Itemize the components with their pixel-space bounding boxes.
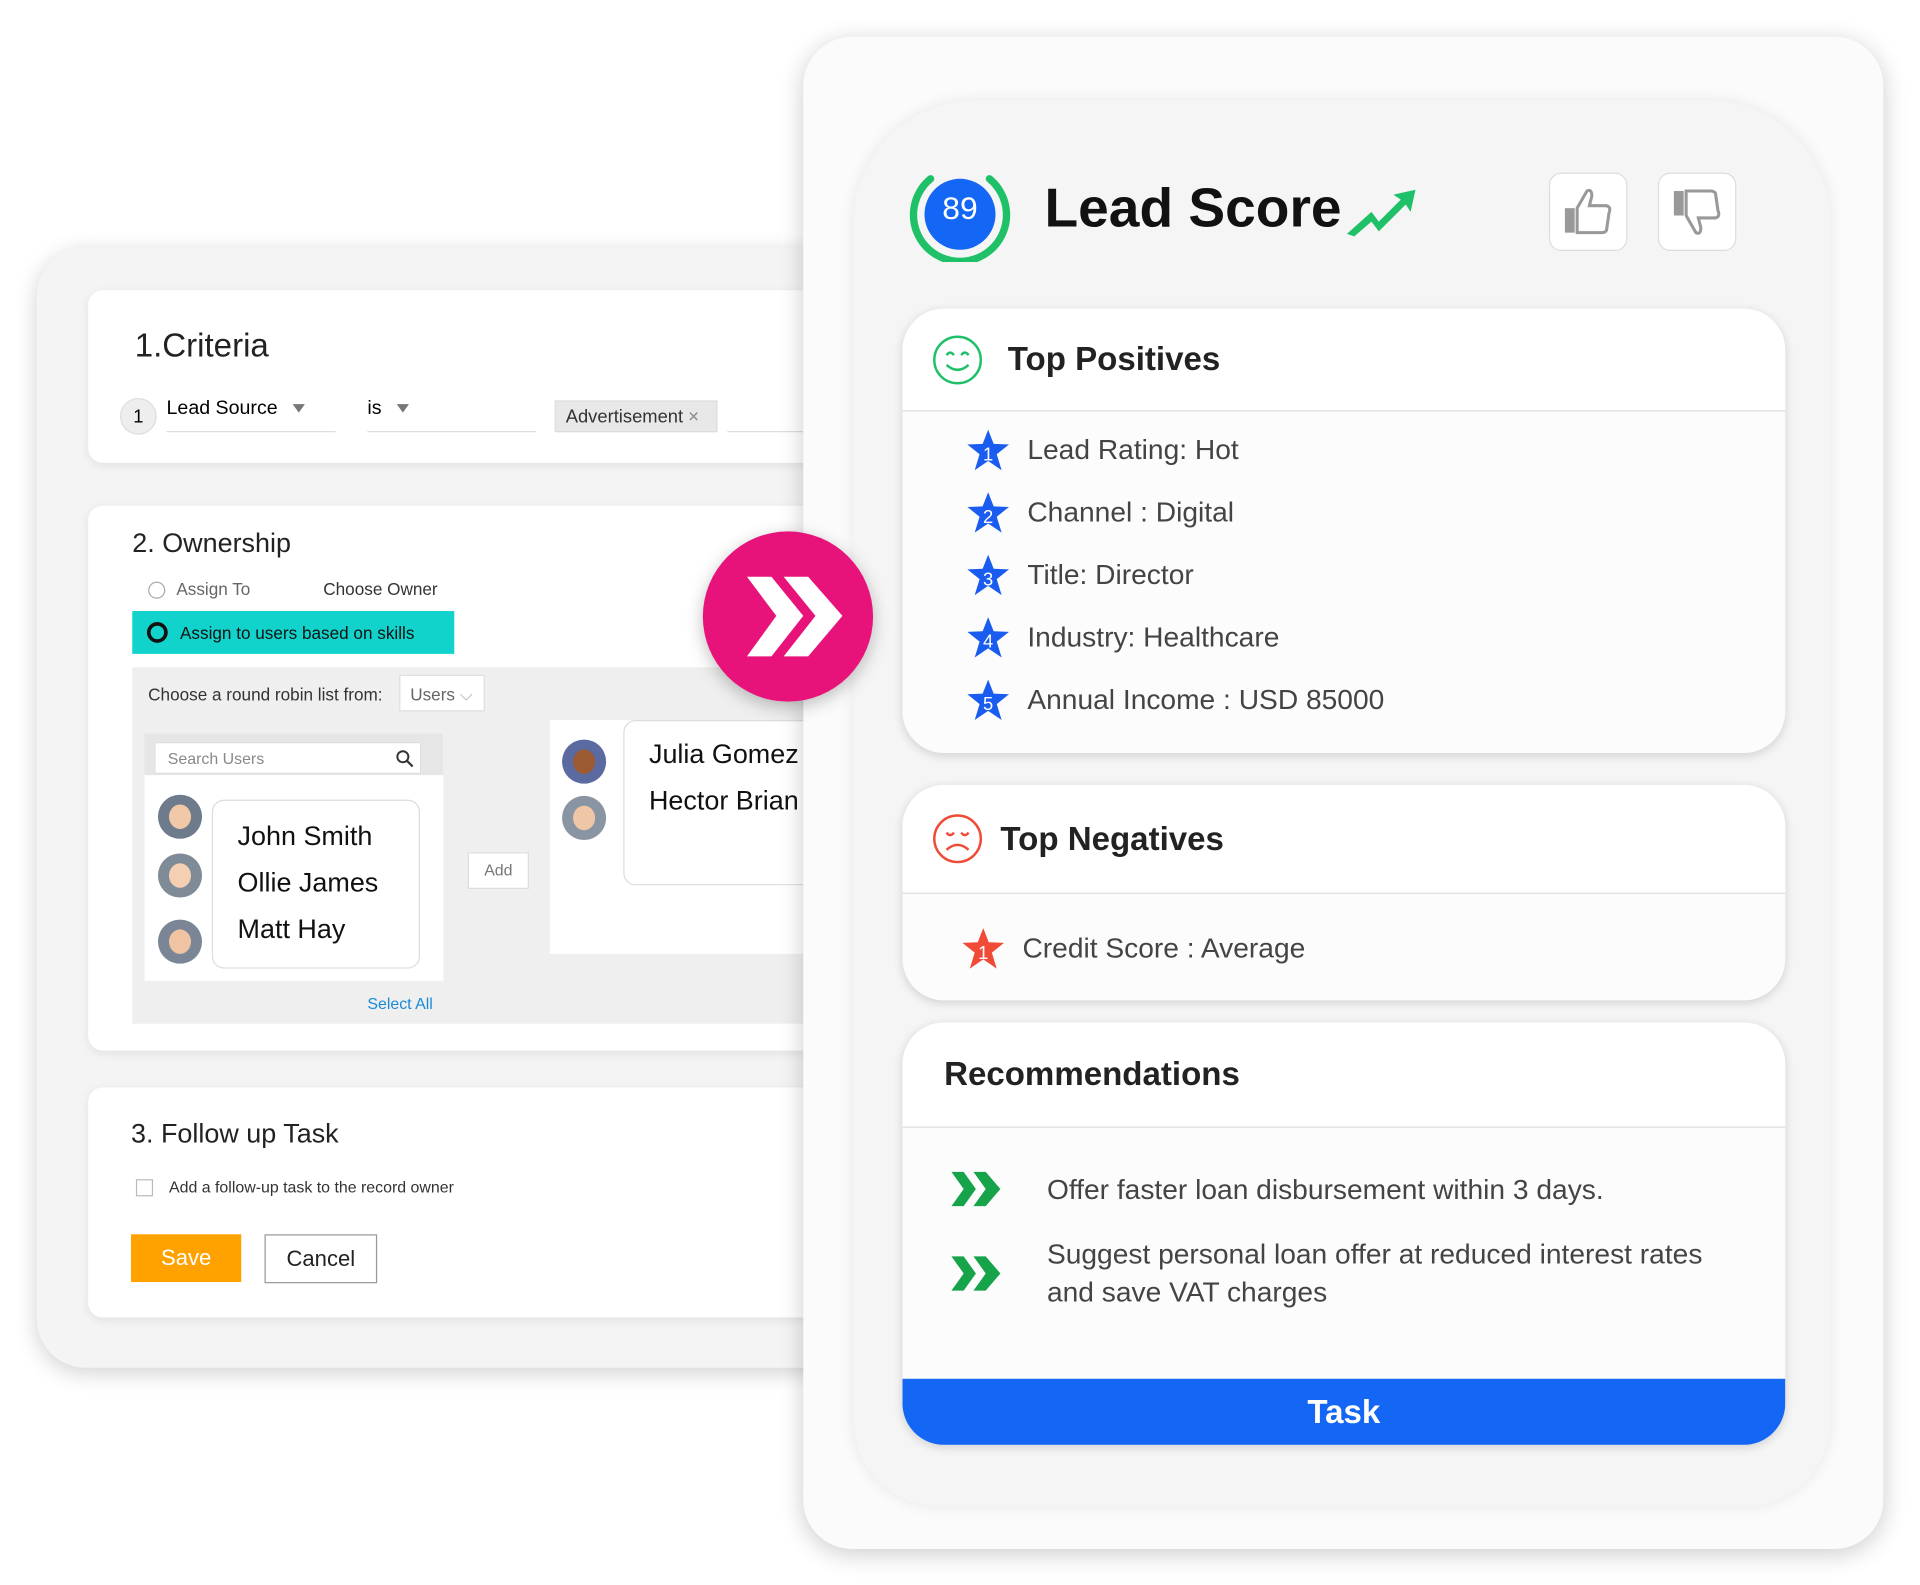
round-robin-panel: Choose a round robin list from: Users ⌵ … bbox=[132, 667, 844, 1024]
ownership-title: 2. Ownership bbox=[132, 527, 291, 559]
star-icon: 1 bbox=[967, 429, 1009, 470]
star-icon: 3 bbox=[967, 554, 1009, 595]
selected-users-list: Julia Gomez Hector Brian bbox=[549, 720, 844, 954]
chevron-down-icon: ⌵ bbox=[459, 684, 473, 705]
item-text: Title: Director bbox=[1027, 558, 1194, 591]
double-chevron-icon bbox=[951, 1256, 1001, 1291]
followup-title: 3. Follow up Task bbox=[131, 1117, 339, 1149]
star-icon: 5 bbox=[967, 678, 1009, 720]
trend-up-icon bbox=[1346, 189, 1416, 237]
transition-badge bbox=[702, 531, 874, 702]
row-number: 1 bbox=[120, 397, 157, 435]
score-value: 89 bbox=[942, 189, 978, 227]
followup-label: Add a follow-up task to the record owner bbox=[168, 1177, 454, 1197]
user-list: Search Users John Smith Ollie James Matt… bbox=[144, 733, 444, 981]
followup-checkbox[interactable] bbox=[135, 1179, 154, 1197]
value-tag[interactable]: Advertisement × bbox=[554, 400, 718, 433]
selected-user[interactable]: Hector Brian bbox=[649, 785, 818, 832]
followup-section: 3. Follow up Task Add a follow-up task t… bbox=[88, 1087, 823, 1318]
assign-skills-option[interactable]: Assign to users based on skills bbox=[132, 611, 455, 654]
tag-label: Advertisement bbox=[565, 406, 684, 428]
select-all-link[interactable]: Select All bbox=[367, 994, 432, 1012]
task-button[interactable]: Task bbox=[902, 1378, 1786, 1445]
star-icon: 4 bbox=[967, 616, 1009, 657]
recommendation-item: Suggest personal loan offer at reduced i… bbox=[949, 1236, 1712, 1312]
top-negatives-card: Top Negatives 1 Credit Score : Average bbox=[902, 784, 1786, 1001]
round-robin-select[interactable]: Users ⌵ bbox=[399, 674, 485, 712]
search-placeholder: Search Users bbox=[167, 749, 265, 768]
avatar bbox=[562, 795, 607, 841]
choose-owner-link[interactable]: Choose Owner bbox=[323, 579, 437, 599]
avatar bbox=[157, 794, 203, 839]
search-users-input[interactable]: Search Users bbox=[154, 742, 422, 774]
radio-selected-icon bbox=[146, 622, 168, 643]
double-chevron-icon bbox=[951, 1171, 1001, 1207]
list-item: 4 Industry: Healthcare bbox=[966, 606, 1785, 668]
avatar bbox=[157, 853, 203, 898]
star-icon: 1 bbox=[962, 927, 1005, 968]
item-text: Lead Rating: Hot bbox=[1027, 433, 1239, 466]
svg-text:3: 3 bbox=[983, 568, 993, 589]
operator-select[interactable]: is bbox=[367, 397, 537, 433]
svg-text:4: 4 bbox=[983, 630, 993, 651]
item-text: Annual Income : USD 85000 bbox=[1027, 683, 1385, 716]
criteria-section: 1.Criteria 1 Lead Source is Advertisemen… bbox=[88, 290, 826, 463]
star-icon: 2 bbox=[967, 491, 1009, 533]
item-text: Channel : Digital bbox=[1027, 495, 1234, 528]
recommendation-item: Offer faster loan disbursement within 3 … bbox=[949, 1169, 1712, 1208]
thumbs-down-icon bbox=[1673, 189, 1721, 235]
top-negatives-title: Top Negatives bbox=[1000, 819, 1224, 857]
dropdown-icon bbox=[292, 404, 305, 413]
top-positives-card: Top Positives 1 Lead Rating: Hot 2 Channel … bbox=[902, 308, 1786, 754]
top-positives-title: Top Positives bbox=[1007, 340, 1221, 378]
svg-text:2: 2 bbox=[983, 505, 993, 526]
svg-text:1: 1 bbox=[983, 443, 993, 464]
thumbs-up-icon bbox=[1564, 188, 1612, 235]
assign-to-label: Assign To bbox=[176, 579, 251, 599]
user-option[interactable]: Matt Hay bbox=[238, 913, 395, 960]
item-text: Credit Score : Average bbox=[1022, 931, 1306, 964]
svg-text:5: 5 bbox=[983, 693, 993, 714]
thumbs-down-button[interactable] bbox=[1657, 172, 1737, 252]
list-item: 1 Lead Rating: Hot bbox=[966, 419, 1785, 481]
round-robin-label: Choose a round robin list from: bbox=[148, 684, 383, 705]
sad-icon bbox=[933, 814, 983, 864]
selected-user[interactable]: Julia Gomez bbox=[649, 738, 818, 785]
field-select[interactable]: Lead Source bbox=[166, 397, 336, 433]
save-button[interactable]: Save bbox=[131, 1234, 242, 1283]
criteria-title: 1.Criteria bbox=[134, 326, 269, 364]
user-dropdown: John Smith Ollie James Matt Hay bbox=[211, 799, 421, 969]
recommendation-text: Offer faster loan disbursement within 3 … bbox=[1046, 1172, 1604, 1205]
cancel-button[interactable]: Cancel bbox=[264, 1234, 378, 1284]
thumbs-up-button[interactable] bbox=[1548, 172, 1628, 252]
avatar bbox=[562, 739, 607, 784]
list-item: 1 Credit Score : Average bbox=[961, 917, 1785, 979]
lead-score-title: Lead Score bbox=[1044, 176, 1342, 239]
recommendations-title: Recommendations bbox=[944, 1055, 1240, 1093]
svg-text:1: 1 bbox=[978, 941, 988, 962]
list-item: 2 Channel : Digital bbox=[966, 481, 1785, 543]
item-text: Industry: Healthcare bbox=[1027, 620, 1280, 653]
assign-skills-label: Assign to users based on skills bbox=[180, 622, 415, 643]
user-option[interactable]: John Smith bbox=[238, 820, 395, 867]
avatar bbox=[157, 919, 203, 964]
round-robin-value: Users bbox=[410, 684, 455, 705]
assign-to-radio[interactable] bbox=[148, 581, 166, 599]
field-value: Lead Source bbox=[166, 397, 278, 419]
list-item: 3 Title: Director bbox=[966, 544, 1785, 606]
smile-icon bbox=[933, 334, 983, 384]
recommendation-text: Suggest personal loan offer at reduced i… bbox=[1046, 1237, 1703, 1308]
user-option[interactable]: Ollie James bbox=[238, 867, 395, 914]
double-chevron-icon bbox=[746, 576, 843, 657]
search-icon[interactable] bbox=[396, 749, 414, 768]
recommendations-card: Recommendations Offer faster loan disbur… bbox=[902, 1022, 1786, 1445]
close-icon[interactable]: × bbox=[688, 407, 699, 428]
list-item: 5 Annual Income : USD 85000 bbox=[966, 669, 1785, 731]
add-button[interactable]: Add bbox=[467, 852, 529, 889]
dropdown-icon bbox=[396, 404, 409, 413]
operator-value: is bbox=[367, 397, 382, 419]
